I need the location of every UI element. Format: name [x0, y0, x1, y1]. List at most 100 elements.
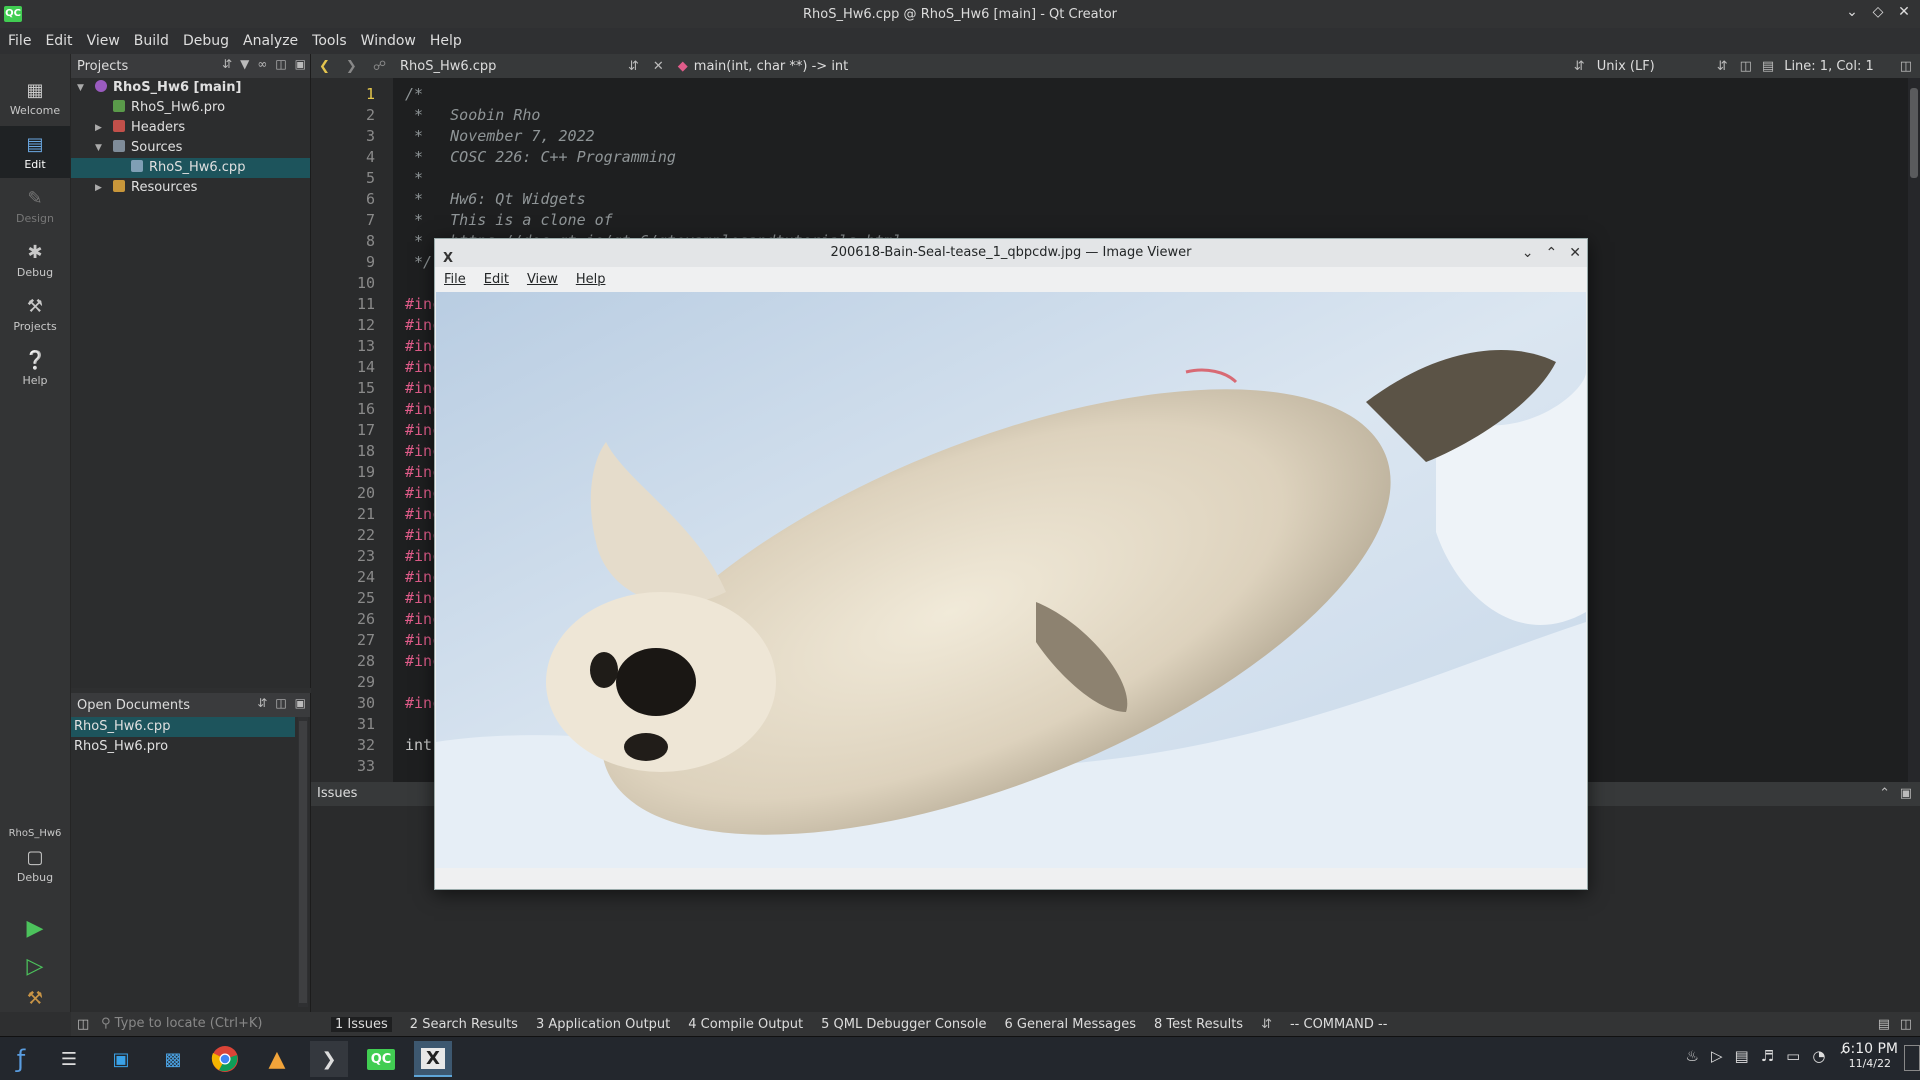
- updown-icon[interactable]: ⇵: [1717, 59, 1728, 74]
- link-icon[interactable]: ∞: [257, 57, 267, 71]
- mode-edit[interactable]: ▤ Edit: [0, 126, 70, 178]
- settings-sliders-icon[interactable]: ☰: [50, 1041, 88, 1077]
- progress-toggle-icon[interactable]: ▤: [1878, 1017, 1890, 1032]
- menu-edit[interactable]: Edit: [45, 33, 72, 49]
- store-bag-icon[interactable]: ▣: [102, 1041, 140, 1077]
- fedora-launcher-icon[interactable]: ƒ: [2, 1041, 40, 1077]
- tab-general-messages[interactable]: 6 General Messages: [1004, 1017, 1136, 1032]
- minimize-icon[interactable]: ⌄: [1844, 4, 1860, 22]
- file-selector[interactable]: RhoS_Hw6.cpp: [400, 59, 628, 74]
- split-icon[interactable]: ◫: [275, 696, 286, 710]
- editor-scrollbar[interactable]: [1908, 78, 1920, 782]
- file-manager-icon[interactable]: ▩: [154, 1041, 192, 1077]
- chrome-icon[interactable]: [206, 1041, 244, 1077]
- tree-pro-file[interactable]: RhoS_Hw6.pro: [71, 98, 310, 118]
- tree-project-root[interactable]: ▼ RhoS_Hw6 [main]: [71, 78, 310, 98]
- clock[interactable]: 6:10 PM 11/4/22: [1842, 1041, 1898, 1070]
- mode-projects[interactable]: ⚒ Projects: [0, 288, 70, 340]
- forward-icon[interactable]: ❯: [346, 59, 357, 74]
- viewer-menu-view[interactable]: View: [527, 272, 558, 287]
- locator-input[interactable]: ⚲ Type to locate (Ctrl+K): [101, 1014, 331, 1034]
- scrollbar-thumb[interactable]: [1910, 88, 1918, 178]
- menu-help[interactable]: Help: [430, 33, 462, 49]
- maximize-icon[interactable]: ⌃: [1546, 239, 1558, 267]
- menu-window[interactable]: Window: [361, 33, 416, 49]
- open-doc-item[interactable]: RhoS_Hw6.pro: [71, 737, 295, 757]
- updown-icon[interactable]: ⇵: [222, 57, 232, 71]
- menu-analyze[interactable]: Analyze: [243, 33, 298, 49]
- chevron-down-icon[interactable]: ▼: [77, 78, 84, 98]
- mode-design[interactable]: ✎ Design: [0, 180, 70, 232]
- close-icon[interactable]: ✕: [1569, 239, 1581, 267]
- close-panel-icon[interactable]: ▣: [1900, 782, 1912, 806]
- chevron-down-icon[interactable]: ▼: [95, 138, 102, 158]
- battery-icon[interactable]: ▭: [1786, 1047, 1800, 1065]
- qt-creator-taskbar-icon[interactable]: QC: [362, 1041, 400, 1077]
- minimize-icon[interactable]: ⌄: [1522, 239, 1534, 267]
- updown-icon[interactable]: ⇵: [628, 59, 639, 74]
- matlab-icon[interactable]: ▲: [258, 1041, 296, 1077]
- chevron-right-icon[interactable]: ▶: [95, 178, 102, 198]
- viewer-menu-edit[interactable]: Edit: [484, 272, 509, 287]
- split-icon[interactable]: ◫: [1900, 59, 1912, 74]
- filter-icon[interactable]: ▼: [240, 57, 249, 71]
- mode-debug[interactable]: ✱ Debug: [0, 234, 70, 286]
- close-document-icon[interactable]: ✕: [653, 59, 664, 74]
- kit-selector[interactable]: RhoS_Hw6 ▢ Debug: [0, 824, 70, 924]
- updown-icon[interactable]: ⇵: [1261, 1017, 1272, 1032]
- tree-resources[interactable]: ▶ Resources: [71, 178, 310, 198]
- mode-welcome[interactable]: ▦ Welcome: [0, 72, 70, 124]
- line-number-gutter: 1 2 3 4 5 6 7 8 9 10 11 12 13 14 15 16 1…: [311, 78, 393, 838]
- menu-file[interactable]: File: [8, 33, 31, 49]
- toggle-right-sidebar-icon[interactable]: ◫: [1900, 1017, 1912, 1032]
- notification-bell-icon[interactable]: ♨: [1686, 1047, 1699, 1065]
- terminal-icon[interactable]: ❯: [310, 1041, 348, 1077]
- image-viewer-taskbar-icon[interactable]: X: [414, 1041, 452, 1077]
- debug-run-button[interactable]: ▷: [0, 950, 70, 984]
- viewer-menu-help[interactable]: Help: [576, 272, 606, 287]
- menu-view[interactable]: View: [87, 33, 120, 49]
- split-editor-icon[interactable]: ◫: [1740, 59, 1752, 74]
- wifi-icon[interactable]: ◔: [1812, 1047, 1825, 1065]
- close-icon[interactable]: ✕: [1896, 4, 1912, 22]
- close-pane-icon[interactable]: ▣: [295, 696, 306, 710]
- tree-cpp-file[interactable]: RhoS_Hw6.cpp: [71, 158, 310, 178]
- mode-help[interactable]: ❔ Help: [0, 342, 70, 394]
- show-desktop-button[interactable]: [1904, 1045, 1920, 1071]
- scrollbar-thumb[interactable]: [299, 721, 307, 1003]
- viewer-menu-file[interactable]: File: [444, 272, 466, 287]
- open-doc-item[interactable]: RhoS_Hw6.cpp: [71, 717, 295, 737]
- split-icon[interactable]: ◫: [275, 57, 286, 71]
- close-pane-icon[interactable]: ▣: [295, 57, 306, 71]
- tree-sources[interactable]: ▼ Sources: [71, 138, 310, 158]
- menu-debug[interactable]: Debug: [183, 33, 229, 49]
- maximize-panel-icon[interactable]: ⌃: [1879, 782, 1890, 806]
- tab-issues[interactable]: 1 Issues: [331, 1016, 392, 1032]
- clipboard-icon[interactable]: ▤: [1735, 1047, 1749, 1065]
- run-button[interactable]: ▶: [0, 912, 70, 946]
- tab-compile-output[interactable]: 4 Compile Output: [688, 1017, 803, 1032]
- back-icon[interactable]: ❮: [319, 59, 330, 74]
- cursor-position[interactable]: Line: 1, Col: 1: [1784, 59, 1874, 74]
- open-documents-scrollbar[interactable]: [298, 717, 308, 1007]
- symbol-selector[interactable]: main(int, char **) -> int: [694, 59, 1574, 74]
- line-ending-selector[interactable]: Unix (LF): [1597, 59, 1717, 74]
- volume-icon[interactable]: ♬: [1761, 1047, 1774, 1065]
- build-button[interactable]: ⚒: [0, 986, 70, 1010]
- updown-icon[interactable]: ⇵: [1574, 59, 1585, 74]
- image-viewer-titlebar[interactable]: X 200618-Bain-Seal-tease_1_qbpcdw.jpg — …: [435, 239, 1587, 267]
- media-play-icon[interactable]: ▷: [1711, 1047, 1723, 1065]
- tab-application-output[interactable]: 3 Application Output: [536, 1017, 670, 1032]
- chevron-right-icon[interactable]: ▶: [95, 118, 102, 138]
- maximize-icon[interactable]: ◇: [1870, 4, 1886, 22]
- updown-icon[interactable]: ⇵: [257, 696, 267, 710]
- tab-search-results[interactable]: 2 Search Results: [410, 1017, 518, 1032]
- resources-folder-icon: [113, 180, 125, 192]
- kit-mode-label: Debug: [16, 871, 54, 884]
- tree-headers[interactable]: ▶ Headers: [71, 118, 310, 138]
- tab-qml-debugger-console[interactable]: 5 QML Debugger Console: [821, 1017, 986, 1032]
- menu-build[interactable]: Build: [134, 33, 169, 49]
- menu-tools[interactable]: Tools: [312, 33, 347, 49]
- toggle-sidebar-icon[interactable]: ◫: [77, 1017, 89, 1032]
- tab-test-results[interactable]: 8 Test Results: [1154, 1017, 1243, 1032]
